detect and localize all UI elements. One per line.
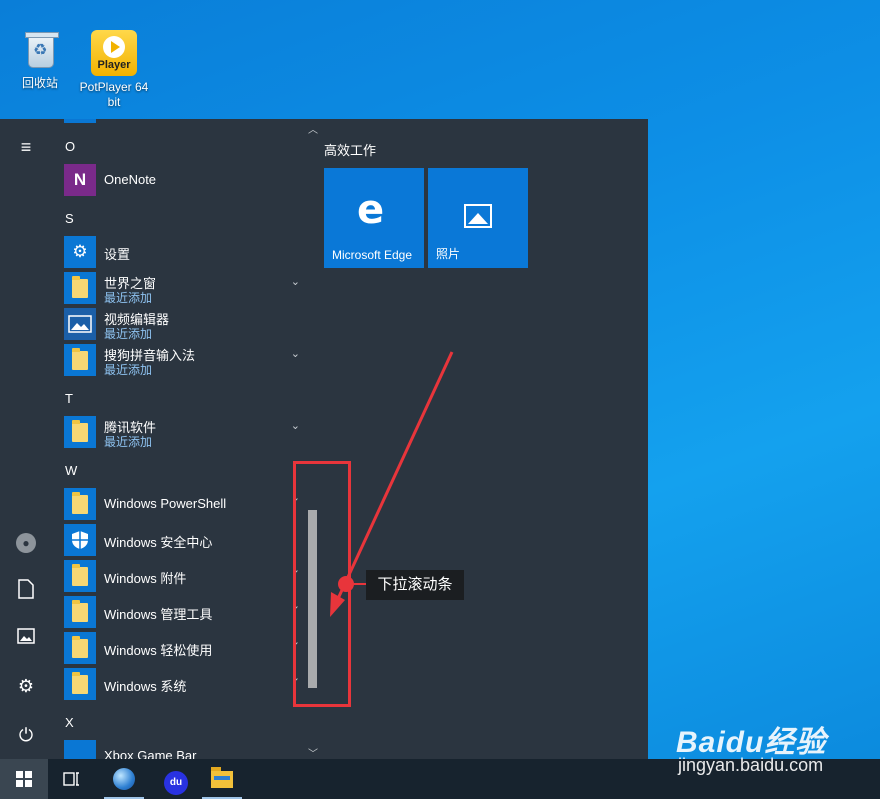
- tile-microsoft-edge[interactable]: e Microsoft Edge: [324, 168, 424, 268]
- letter-header-s[interactable]: S: [65, 211, 74, 226]
- baidu-button[interactable]: du: [152, 759, 200, 799]
- file-explorer-icon: [211, 767, 233, 788]
- task-view-icon: [63, 772, 79, 786]
- file-explorer-button[interactable]: [198, 759, 246, 799]
- app-name: Windows 系统: [104, 679, 187, 694]
- app-tile-partial: [64, 119, 96, 123]
- app-name: Windows 轻松使用: [104, 643, 213, 658]
- user-avatar-icon[interactable]: ●: [16, 533, 36, 553]
- app-name: Windows 管理工具: [104, 607, 213, 622]
- app-folder-powershell[interactable]: Windows PowerShell ⌄: [64, 488, 304, 520]
- settings-icon[interactable]: ⚙: [14, 674, 38, 698]
- browser-button[interactable]: [100, 759, 148, 799]
- app-name: 设置: [104, 247, 131, 262]
- highlight-box: [293, 461, 351, 707]
- start-rail: ≡ ● ⚙ ⏻: [0, 119, 52, 759]
- desktop-icon-recycle-bin[interactable]: 回收站: [2, 30, 78, 91]
- app-name: Windows 安全中心: [104, 535, 213, 550]
- folder-icon: [64, 560, 96, 592]
- app-name: OneNote: [104, 172, 157, 187]
- settings-app-icon: ⚙: [64, 236, 96, 268]
- recently-added-label: 最近添加: [104, 435, 153, 449]
- desktop-icon-potplayer[interactable]: Player PotPlayer 64 bit: [76, 30, 152, 110]
- app-folder-tencent[interactable]: 腾讯软件 最近添加 ⌄: [64, 416, 304, 449]
- folder-icon: [64, 416, 96, 448]
- recycle-bin-icon: [20, 30, 60, 72]
- chevron-down-icon[interactable]: ⌄: [291, 347, 300, 360]
- app-name: Windows 附件: [104, 571, 187, 586]
- video-editor-icon: [64, 308, 96, 340]
- potplayer-icon: Player: [91, 30, 137, 76]
- chevron-down-icon[interactable]: ⌄: [291, 419, 300, 432]
- start-button[interactable]: [0, 759, 48, 799]
- documents-icon[interactable]: [14, 579, 38, 603]
- letter-header-w[interactable]: W: [65, 463, 77, 478]
- folder-icon: [64, 668, 96, 700]
- edge-icon: e: [357, 187, 385, 233]
- tile-photos[interactable]: 照片: [428, 168, 528, 268]
- xbox-icon: [64, 740, 96, 759]
- tile-group-title[interactable]: 高效工作: [324, 140, 376, 159]
- app-list[interactable]: O N OneNote S ⚙ 设置 世界之窗 最近添加 ⌄ 视频编辑器 最近添…: [52, 119, 306, 759]
- app-onenote[interactable]: N OneNote: [64, 164, 304, 196]
- folder-icon: [64, 344, 96, 376]
- browser-icon: [113, 768, 135, 790]
- folder-icon: [64, 272, 96, 304]
- app-name: Xbox Game Bar: [104, 748, 197, 759]
- pictures-icon[interactable]: [14, 626, 38, 650]
- onenote-icon: N: [64, 164, 96, 196]
- app-name: Windows PowerShell: [104, 496, 227, 511]
- windows-logo-icon: [16, 771, 32, 787]
- app-folder-ease-of-access[interactable]: Windows 轻松使用 ⌄: [64, 632, 304, 664]
- letter-header-x[interactable]: X: [65, 715, 74, 730]
- app-folder-sogou[interactable]: 搜狗拼音输入法 最近添加 ⌄: [64, 344, 304, 377]
- app-folder-theworld[interactable]: 世界之窗 最近添加 ⌄: [64, 272, 304, 305]
- power-icon[interactable]: ⏻: [14, 723, 38, 747]
- folder-icon: [64, 596, 96, 628]
- chevron-down-icon[interactable]: ⌄: [291, 275, 300, 288]
- desktop-icon-label: PotPlayer 64 bit: [79, 80, 149, 109]
- app-xbox-game-bar[interactable]: Xbox Game Bar: [64, 740, 304, 759]
- app-video-editor[interactable]: 视频编辑器 最近添加: [64, 308, 304, 341]
- photos-icon: [464, 204, 492, 228]
- letter-header-o[interactable]: O: [65, 139, 75, 154]
- recently-added-label: 最近添加: [104, 363, 153, 377]
- folder-icon: [64, 488, 96, 520]
- baidu-icon: du: [164, 771, 188, 795]
- app-windows-security[interactable]: Windows 安全中心: [64, 524, 304, 556]
- tile-label: 照片: [436, 247, 461, 261]
- app-folder-windows-system[interactable]: Windows 系统 ⌄: [64, 668, 304, 700]
- app-settings[interactable]: ⚙ 设置: [64, 236, 304, 268]
- scroll-up-icon[interactable]: ︿: [308, 121, 318, 136]
- watermark-url: jingyan.baidu.com: [678, 755, 824, 775]
- folder-icon: [64, 632, 96, 664]
- recently-added-label: 最近添加: [104, 291, 153, 305]
- app-folder-admin-tools[interactable]: Windows 管理工具 ⌄: [64, 596, 304, 628]
- app-folder-accessories[interactable]: Windows 附件 ⌄: [64, 560, 304, 592]
- watermark: Baidu经验 jingyan.baidu.com: [650, 695, 880, 795]
- letter-header-t[interactable]: T: [65, 391, 73, 406]
- scroll-down-icon[interactable]: ﹀: [308, 745, 318, 760]
- tile-label: Microsoft Edge: [332, 248, 413, 262]
- recently-added-label: 最近添加: [104, 327, 153, 341]
- annotation-callout: 下拉滚动条: [366, 570, 464, 600]
- shield-icon: [64, 524, 96, 556]
- task-view-button[interactable]: [48, 759, 96, 799]
- hamburger-menu-icon[interactable]: ≡: [14, 135, 38, 159]
- desktop-icon-label: 回收站: [21, 76, 58, 90]
